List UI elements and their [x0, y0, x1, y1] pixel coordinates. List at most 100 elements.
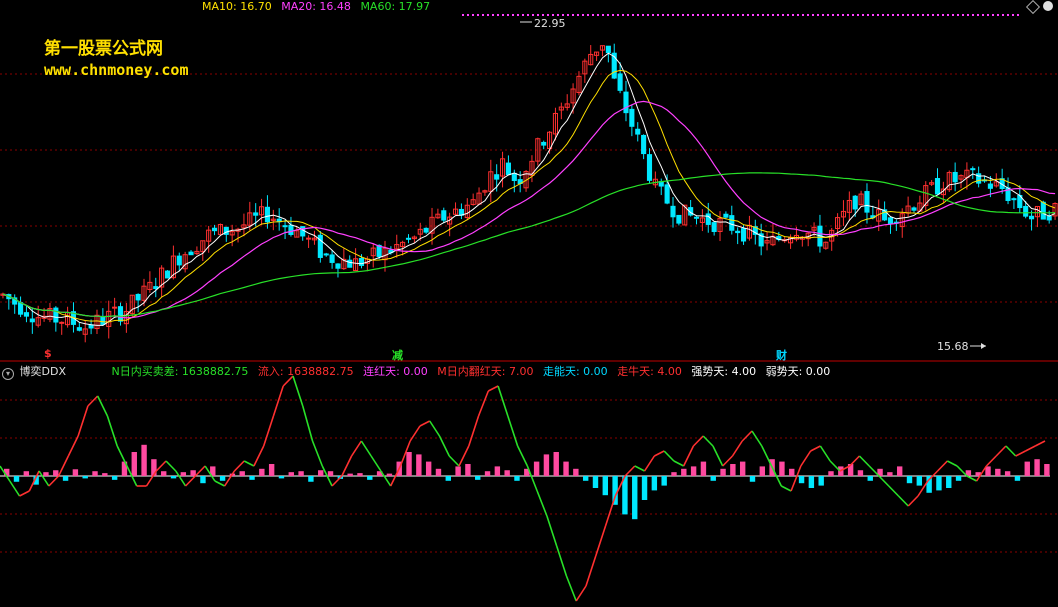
candle-body — [740, 228, 747, 242]
ddx-bar — [435, 468, 442, 476]
candle-body — [264, 206, 270, 223]
ddx-line-segment — [555, 545, 568, 577]
ddx-line-segment — [497, 385, 509, 417]
ddx-line-segment — [643, 455, 656, 472]
ddx-bar — [573, 468, 579, 476]
ddx-line-segment — [780, 485, 792, 492]
candle-body — [100, 316, 106, 325]
candle-body — [934, 178, 941, 195]
watermark-url: www.chnmoney.com — [44, 61, 189, 79]
ddx-bar — [406, 452, 412, 476]
ddx-bar — [946, 476, 952, 488]
ddx-bar — [1034, 459, 1040, 476]
candle-body — [29, 318, 35, 323]
ddx-bar — [681, 468, 687, 476]
ddx-bar — [200, 476, 206, 484]
ddx-line-segment — [262, 415, 275, 447]
ddx-bar — [111, 476, 118, 480]
ddx-line-segment — [409, 425, 421, 442]
ddx-line-segment — [341, 455, 353, 477]
ddx-bar — [259, 468, 265, 476]
ddx-line-segment — [1025, 445, 1036, 452]
indicator-legend: ▾ 博奕DDX N日内买卖差: 1638882.75 流入: 1638882.7… — [0, 364, 836, 380]
ddx-bar — [720, 468, 726, 476]
kline-chart-window[interactable]: MA10: 16.70 MA20: 16.48 MA60: 17.97 第一股票… — [0, 0, 1058, 607]
indicator-item-3: M日内翻红天: 7.00 — [437, 365, 534, 378]
candle-body — [112, 306, 118, 309]
ddx-bar — [759, 466, 766, 476]
ddx-bar — [789, 468, 795, 476]
candle-body — [641, 134, 647, 155]
ddx-bar — [1044, 464, 1050, 476]
candle-body — [323, 253, 329, 256]
candle-body — [347, 259, 353, 268]
candle-body — [423, 227, 429, 233]
ddx-line-segment — [448, 455, 460, 467]
ddx-line-segment — [575, 585, 587, 602]
ddx-bar — [867, 476, 873, 481]
ddx-line-segment — [106, 415, 118, 447]
candle-body — [729, 215, 735, 231]
low-price-label: 15.68 — [937, 340, 969, 353]
candle-body — [211, 227, 218, 232]
candle-body — [1023, 205, 1029, 217]
candle-body — [670, 205, 676, 218]
ddx-line-segment — [956, 465, 968, 477]
ddx-line-segment — [380, 470, 392, 487]
ddx-line-segment — [546, 515, 558, 547]
circle-icon[interactable] — [1043, 1, 1053, 11]
event-mark-reduce[interactable]: 减 — [392, 347, 403, 363]
event-mark-finance[interactable]: 财 — [776, 347, 787, 363]
ddx-bar — [465, 464, 471, 476]
ddx-bar — [1014, 476, 1021, 481]
collapse-arrow-icon[interactable]: ▾ — [2, 368, 14, 380]
ddx-line-segment — [360, 440, 372, 457]
ddx-bar — [72, 469, 79, 476]
ddx-line-segment — [897, 495, 909, 507]
ma60-label: MA60: 17.97 — [360, 0, 431, 13]
ddx-bar — [484, 471, 491, 476]
ddx-line-segment — [849, 455, 861, 467]
ddx-line-segment — [57, 455, 70, 477]
ddx-bar — [690, 466, 697, 476]
ddx-bar — [632, 476, 638, 520]
ma10-label: MA10: 16.70 — [202, 0, 272, 13]
candle-body — [635, 128, 641, 135]
indicator-item-4: 走能天: 0.00 — [542, 365, 608, 378]
ddx-line-segment — [165, 460, 177, 472]
candle-body — [306, 237, 312, 240]
ddx-line-segment — [468, 415, 480, 447]
candle-body — [164, 270, 171, 279]
ddx-bar — [533, 461, 540, 476]
event-mark-dollar[interactable]: $ — [44, 347, 52, 360]
candle-body — [76, 327, 82, 331]
ddx-line-segment — [692, 435, 704, 447]
candle-body — [676, 214, 682, 224]
ddx-bar — [857, 470, 864, 476]
ddx-line-segment — [624, 465, 636, 477]
indicator-name[interactable]: 博奕DDX — [20, 365, 66, 378]
ddx-bar — [730, 464, 736, 476]
ddx-bar — [828, 471, 834, 476]
candle-body — [59, 321, 65, 324]
ddx-bar — [553, 452, 559, 476]
ddx-line-segment — [741, 430, 753, 442]
ddx-bar — [219, 476, 226, 481]
candle-body — [1046, 215, 1052, 221]
ddx-bar — [661, 476, 667, 486]
ddx-bar — [700, 461, 707, 476]
ddx-line-segment — [907, 495, 919, 507]
ddx-bar — [906, 476, 913, 484]
ddx-bar — [43, 472, 49, 476]
candle-body — [117, 306, 124, 322]
chart-canvas[interactable] — [0, 0, 1058, 607]
ddx-line-segment — [350, 440, 363, 457]
indicator-item-5: 走牛天: 4.00 — [617, 365, 682, 378]
ddx-bar — [13, 476, 20, 482]
ddx-bar — [23, 471, 30, 476]
ddx-line-segment — [19, 490, 30, 497]
ddx-line-segment — [516, 445, 529, 467]
ddx-bar — [416, 454, 422, 476]
ddx-line-segment — [565, 575, 577, 602]
ddx-line-segment — [712, 445, 724, 467]
